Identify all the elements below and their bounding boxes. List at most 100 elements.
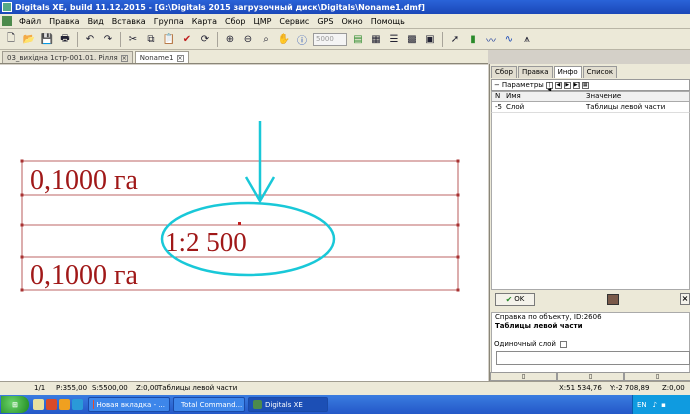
menu-view[interactable]: Вид — [84, 17, 108, 26]
vertex-marker[interactable] — [20, 193, 24, 197]
zoom-out-icon[interactable]: ⊖ — [240, 31, 256, 47]
menu-dem[interactable]: ЦМР — [249, 17, 275, 26]
antenna-icon[interactable]: ⩚ — [519, 31, 535, 47]
area-label-top[interactable]: 0,1000 га — [30, 165, 138, 196]
vertex-marker[interactable] — [456, 159, 460, 163]
vertex-marker[interactable] — [20, 255, 24, 259]
tab-collect[interactable]: Сбор — [491, 66, 517, 78]
ok-bar: ✔ OK × — [491, 292, 690, 306]
vertex-marker[interactable] — [456, 223, 460, 227]
vertex-marker[interactable] — [456, 288, 460, 292]
check-icon[interactable]: ✔ — [179, 31, 195, 47]
taskbar: ⊞ Новая вкладка - ... Total Command... D… — [0, 395, 690, 414]
vertex-marker[interactable] — [20, 159, 24, 163]
app-icon[interactable] — [72, 399, 83, 410]
browser-icon[interactable] — [46, 399, 57, 410]
menu-map[interactable]: Карта — [188, 17, 221, 26]
explorer-icon[interactable] — [33, 399, 44, 410]
layers-icon[interactable]: ▤ — [350, 31, 366, 47]
toolbar-separator — [442, 31, 443, 47]
tab-info[interactable]: Инфо — [553, 66, 582, 78]
image-icon[interactable] — [607, 293, 619, 305]
task-total-commander[interactable]: Total Command... — [173, 397, 245, 412]
menu-file[interactable]: Файл — [15, 17, 45, 26]
last-record-icon[interactable]: ▶| — [572, 81, 580, 89]
undo-icon[interactable]: ↶ — [82, 31, 98, 47]
close-icon[interactable]: × — [120, 55, 128, 62]
redo-icon[interactable]: ↷ — [100, 31, 116, 47]
close-icon[interactable]: × — [176, 55, 184, 62]
minus-icon[interactable]: − — [494, 81, 500, 89]
area-label-bottom[interactable]: 0,1000 га — [30, 260, 138, 291]
zoom-in-icon[interactable]: ⊕ — [222, 31, 238, 47]
task-digitals-label: Digitals XE — [265, 400, 303, 409]
menu-edit[interactable]: Правка — [45, 17, 83, 26]
start-button[interactable]: ⊞ — [1, 396, 29, 413]
single-layer-input[interactable] — [496, 351, 690, 365]
list-icon[interactable]: ☰ — [386, 31, 402, 47]
tab-document-2[interactable]: Noname1 × — [134, 51, 189, 63]
map-drawing[interactable]: 0,1000 га 0,1000 га 1:2 500 — [0, 65, 488, 381]
paste-icon[interactable]: 📋 — [161, 31, 177, 47]
speaker-icon[interactable]: ♪ — [653, 401, 657, 409]
properties-icon[interactable]: ▣ — [422, 31, 438, 47]
vertex-marker[interactable] — [456, 193, 460, 197]
previous-record-icon[interactable]: ◀ — [554, 81, 562, 89]
grid-icon[interactable]: ▩ — [404, 31, 420, 47]
single-layer-checkbox[interactable] — [559, 340, 567, 348]
selection-marker[interactable] — [238, 222, 241, 225]
language-indicator[interactable]: EN — [637, 401, 647, 409]
panel-button-3[interactable]: ▯ — [624, 372, 690, 381]
spline-icon[interactable]: ∿ — [501, 31, 517, 47]
drawing-canvas[interactable]: 0,1000 га 0,1000 га 1:2 500 — [0, 65, 488, 381]
save-icon[interactable]: 💾 — [39, 31, 55, 47]
cut-icon[interactable]: ✂ — [125, 31, 141, 47]
close-icon[interactable]: × — [680, 293, 690, 305]
menu-gps[interactable]: GPS — [313, 17, 337, 26]
tab-document-2-label: Noname1 — [139, 54, 174, 62]
network-icon[interactable]: ▪ — [661, 401, 666, 409]
scale-label[interactable]: 1:2 500 — [165, 227, 247, 257]
panel-button-1[interactable]: ▯ — [490, 372, 557, 381]
menu-help[interactable]: Помощь — [367, 17, 409, 26]
document-menu-icon[interactable] — [2, 16, 12, 26]
app-icon[interactable] — [59, 399, 70, 410]
vertex-marker[interactable] — [20, 288, 24, 292]
task-browser[interactable]: Новая вкладка - ... — [88, 397, 170, 412]
row-value[interactable]: Таблицы левой части — [583, 102, 689, 112]
table-row[interactable]: -5 Слой Таблицы левой части — [491, 102, 690, 113]
task-digitals[interactable]: Digitals XE — [248, 397, 328, 412]
vertex-marker[interactable] — [456, 255, 460, 259]
tab-list[interactable]: Список — [582, 66, 618, 78]
menu-service[interactable]: Сервис — [275, 17, 313, 26]
print-icon[interactable]: 🖶 — [57, 31, 73, 47]
scale-input[interactable]: 5000 — [313, 32, 347, 46]
zoom-icon[interactable]: ⌕ — [258, 31, 274, 47]
tab-edit[interactable]: Правка — [517, 66, 553, 78]
menu-insert[interactable]: Вставка — [108, 17, 150, 26]
menu-window[interactable]: Окно — [337, 17, 366, 26]
col-name: Имя — [506, 92, 521, 100]
refresh-icon[interactable]: ⟳ — [197, 31, 213, 47]
copy-icon[interactable]: ⧉ — [143, 31, 159, 47]
panel-button-2[interactable]: ▯ — [557, 372, 624, 381]
chart-bars-icon[interactable]: ▮ — [465, 31, 481, 47]
new-file-icon[interactable]: 🗋 — [3, 31, 19, 47]
status-z-right: Z:0,00 — [662, 384, 685, 392]
menu-group[interactable]: Группа — [150, 17, 188, 26]
curve-icon[interactable]: 〰 — [483, 31, 499, 47]
pan-hand-icon[interactable]: ✋ — [276, 31, 292, 47]
table-view-icon[interactable]: ▦ — [581, 81, 589, 89]
vertex-marker[interactable] — [20, 223, 24, 227]
info-icon[interactable]: ⓘ — [294, 31, 310, 47]
tab-document-1-label: 03_вихідна 1стр-001.01. Рілля — [7, 54, 118, 62]
single-layer-label: Одиночный слой — [494, 340, 556, 348]
first-record-icon[interactable]: |◀ — [545, 81, 553, 92]
open-folder-icon[interactable]: 📂 — [21, 31, 37, 47]
table-icon[interactable]: ▦ — [368, 31, 384, 47]
ok-button[interactable]: ✔ OK — [495, 292, 535, 306]
next-record-icon[interactable]: ▶ — [563, 81, 571, 89]
menu-collect[interactable]: Сбор — [221, 17, 250, 26]
tab-document-1[interactable]: 03_вихідна 1стр-001.01. Рілля × — [2, 51, 133, 63]
select-arrow-icon[interactable]: ➚ — [447, 31, 463, 47]
